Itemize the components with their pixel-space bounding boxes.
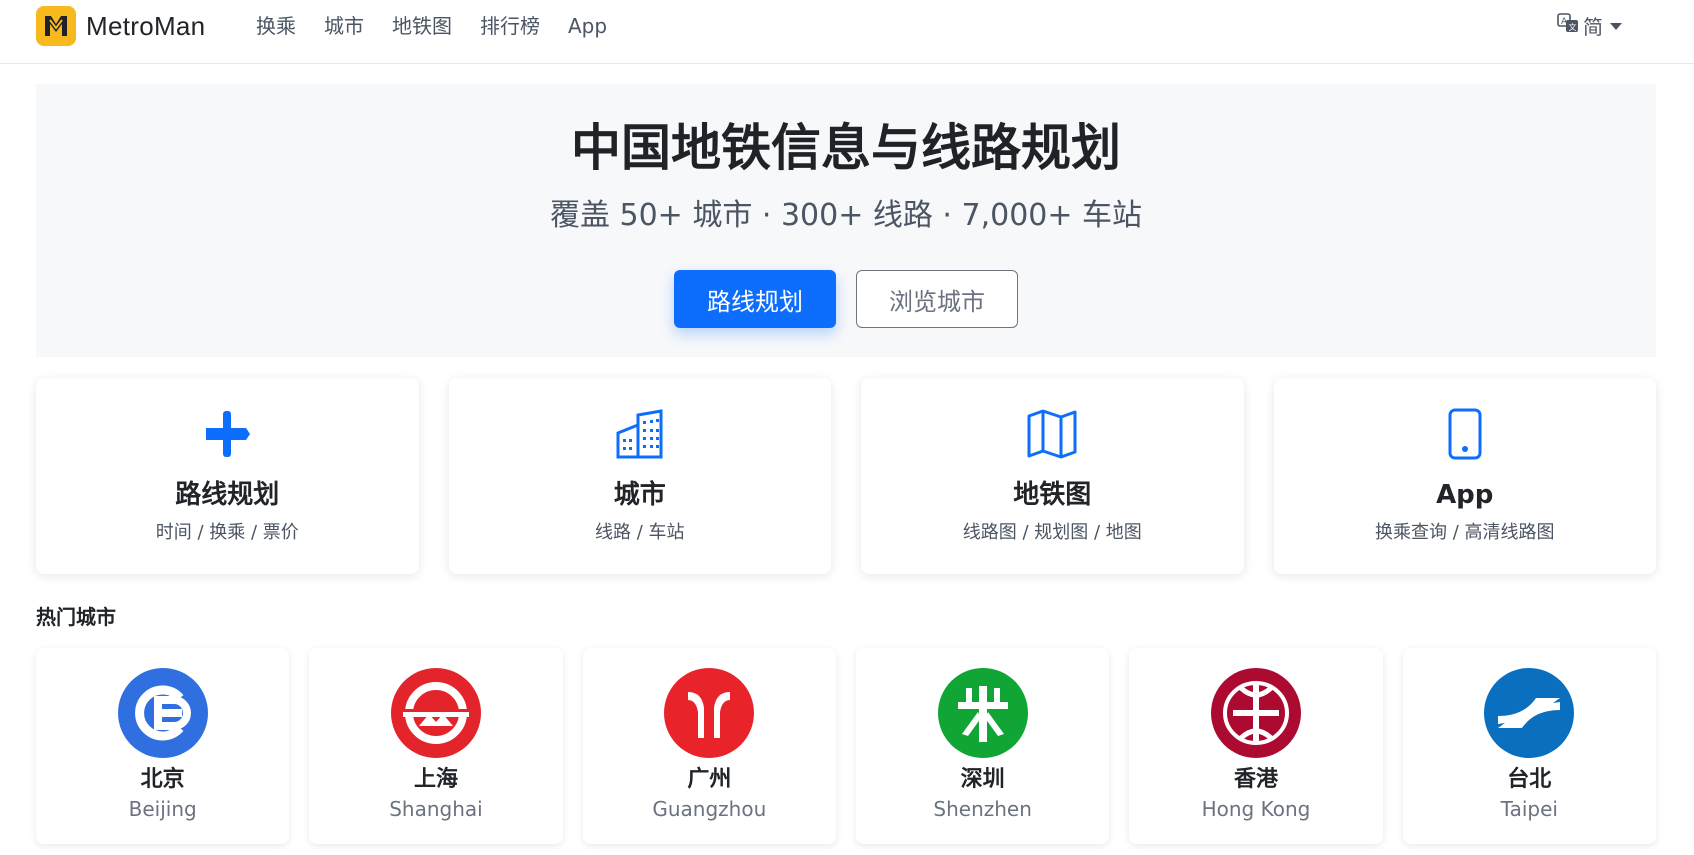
feature-card-cities[interactable]: 城市 线路 / 车站 [448, 378, 832, 574]
taipei-metro-logo-icon [1484, 668, 1575, 758]
city-card-beijing[interactable]: 北京 Beijing [36, 648, 290, 844]
nav-transfer[interactable]: 换乘 [242, 12, 310, 40]
metroman-logo-icon [36, 6, 76, 46]
nav-ranking[interactable]: 排行榜 [466, 12, 554, 40]
brand-name: MetroMan [86, 10, 206, 41]
feature-desc: 线路图 / 规划图 / 地图 [962, 522, 1142, 543]
route-planning-button[interactable]: 路线规划 [674, 270, 836, 328]
chevron-down-icon [1610, 23, 1622, 30]
city-card-hongkong[interactable]: 香港 Hong Kong [1129, 648, 1383, 844]
hero-subtitle: 覆盖 50+ 城市 · 300+ 线路 · 7,000+ 车站 [549, 198, 1143, 233]
signpost-icon [36, 406, 419, 462]
svg-text:文: 文 [1569, 22, 1577, 32]
language-dropdown[interactable]: A 文 简 [1557, 12, 1622, 41]
hero-buttons: 路线规划 浏览城市 [36, 270, 1656, 328]
city-name: 台北 [1507, 767, 1552, 792]
nav-cities[interactable]: 城市 [310, 12, 378, 40]
language-label: 简 [1583, 14, 1603, 39]
hero-section: 中国地铁信息与线路规划 覆盖 50+ 城市 · 300+ 线路 · 7,000+… [36, 84, 1656, 357]
hot-cities-title: 热门城市 [36, 605, 116, 629]
brand-link[interactable]: MetroMan [36, 6, 205, 46]
feature-cards: 路线规划 时间 / 换乘 / 票价 城市 线路 / 车站 地铁图 线路图 / 规… [36, 378, 1656, 574]
guangzhou-metro-logo-icon [664, 668, 755, 758]
city-card-guangzhou[interactable]: 广州 Guangzhou [582, 648, 836, 844]
browse-cities-button[interactable]: 浏览城市 [856, 270, 1018, 328]
city-name: 深圳 [960, 767, 1005, 792]
feature-title: App [1436, 480, 1494, 510]
feature-title: 地铁图 [1013, 480, 1092, 510]
beijing-subway-logo-icon [117, 668, 208, 758]
phone-icon [1274, 406, 1657, 462]
translate-icon: A 文 [1557, 12, 1579, 41]
city-name-en: Taipei [1500, 797, 1558, 821]
feature-card-app[interactable]: App 换乘查询 / 高清线路图 [1273, 378, 1657, 574]
feature-title: 城市 [613, 480, 666, 510]
city-name-en: Hong Kong [1201, 797, 1311, 821]
nav-app[interactable]: App [554, 12, 621, 40]
nav-metro-map[interactable]: 地铁图 [378, 12, 466, 40]
city-card-shanghai[interactable]: 上海 Shanghai [309, 648, 563, 844]
feature-card-metro-map[interactable]: 地铁图 线路图 / 规划图 / 地图 [861, 378, 1244, 574]
hero-title: 中国地铁信息与线路规划 [571, 119, 1121, 177]
feature-desc: 时间 / 换乘 / 票价 [155, 522, 299, 543]
top-navbar: MetroMan 换乘 城市 地铁图 排行榜 App A 文 简 [0, 0, 1694, 64]
city-name: 北京 [140, 767, 185, 792]
shanghai-metro-logo-icon [390, 668, 481, 758]
city-name: 香港 [1233, 767, 1278, 792]
map-icon [861, 406, 1244, 462]
city-name-en: Shanghai [389, 797, 483, 821]
city-card-shenzhen[interactable]: 深圳 Shenzhen [855, 648, 1110, 844]
city-name-en: Guangzhou [652, 797, 767, 821]
shenzhen-metro-logo-icon [937, 668, 1028, 758]
city-card-taipei[interactable]: 台北 Taipei [1402, 648, 1656, 844]
feature-card-route-planning[interactable]: 路线规划 时间 / 换乘 / 票价 [36, 378, 419, 574]
city-name: 上海 [413, 767, 458, 792]
city-name-en: Shenzhen [933, 797, 1032, 821]
hot-cities-list: 北京 Beijing 上海 Shanghai 广州 Guangzhou 深圳 S… [36, 648, 1656, 844]
buildings-icon [449, 406, 832, 462]
main-nav: 换乘 城市 地铁图 排行榜 App [242, 12, 621, 40]
hongkong-mtr-logo-icon [1210, 668, 1301, 758]
city-name: 广州 [687, 767, 732, 792]
feature-desc: 换乘查询 / 高清线路图 [1374, 522, 1555, 543]
feature-desc: 线路 / 车站 [594, 522, 685, 543]
city-name-en: Beijing [128, 797, 197, 821]
feature-title: 路线规划 [175, 480, 280, 510]
